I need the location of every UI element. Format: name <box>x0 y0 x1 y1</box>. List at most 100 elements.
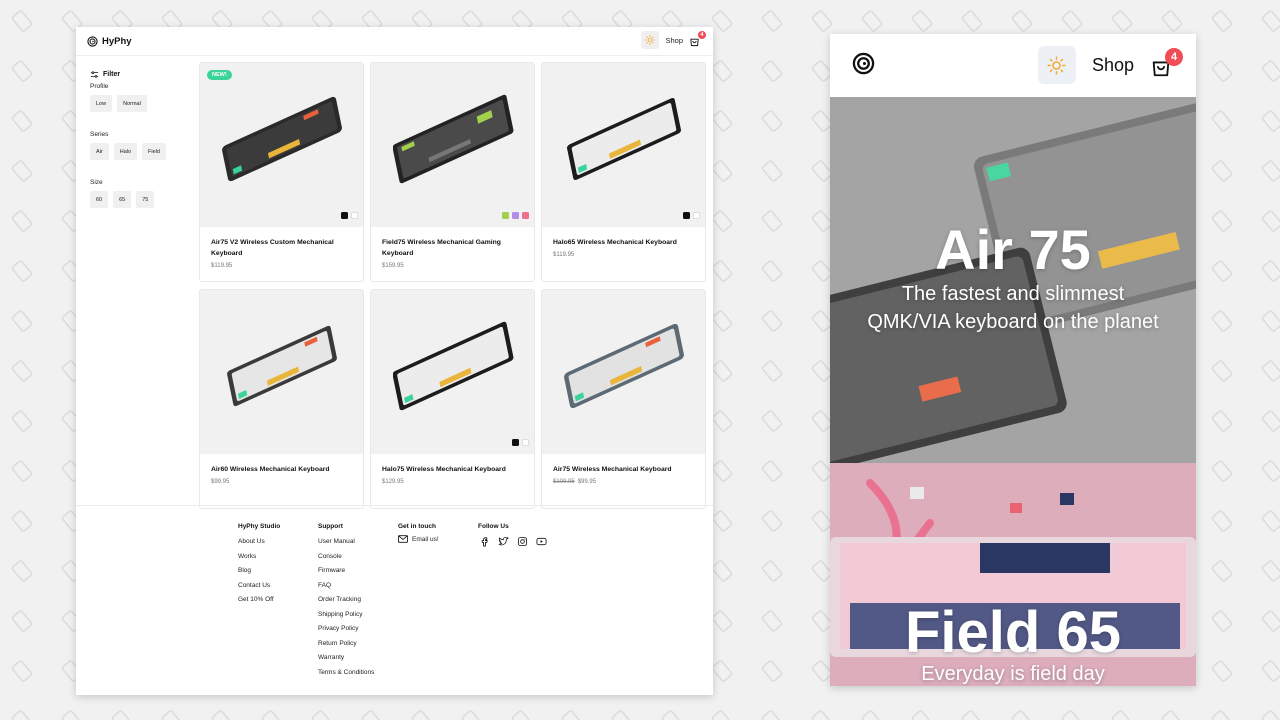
keyboard-image <box>564 323 684 409</box>
filter-chip-65[interactable]: 65 <box>113 191 132 208</box>
color-swatches <box>683 212 700 219</box>
product-card[interactable]: Field75 Wireless Mechanical Gaming Keybo… <box>370 62 535 282</box>
footer-link[interactable]: Works <box>238 550 280 565</box>
filter-chip-air[interactable]: Air <box>90 143 109 160</box>
filter-chip-normal[interactable]: Normal <box>117 95 147 112</box>
cart-count-badge: 4 <box>1165 48 1183 66</box>
cart-button[interactable]: 4 <box>689 30 706 47</box>
desktop-window: HyPhy Shop 4 Filter Profile Low Normal S… <box>76 27 713 695</box>
swatch-purple[interactable] <box>512 212 519 219</box>
hero-subtitle-line2: QMK/VIA keyboard on the planet <box>867 311 1159 333</box>
swatch-black[interactable] <box>512 439 519 446</box>
email-label: Email us! <box>412 535 439 543</box>
filter-chip-field[interactable]: Field <box>142 143 166 160</box>
swatch-white[interactable] <box>351 212 358 219</box>
footer-link[interactable]: Warranty <box>318 651 374 666</box>
mobile-window: Shop 4 Air 75 The fastest and slimmest Q… <box>830 34 1196 686</box>
hero-banner-air75[interactable]: Air 75 The fastest and slimmest QMK/VIA … <box>830 97 1196 463</box>
filter-chip-low[interactable]: Low <box>90 95 113 112</box>
footer-column-studio: HyPhy Studio About Us Works Blog Contact… <box>238 523 280 608</box>
footer-heading: Support <box>318 523 343 530</box>
keyboard-image <box>222 96 342 182</box>
product-image: NEW! <box>200 63 363 227</box>
color-swatches <box>512 439 529 446</box>
filter-chip-75[interactable]: 75 <box>136 191 155 208</box>
product-title: Halo65 Wireless Mechanical Keyboard <box>553 239 677 246</box>
hero-title: Field 65 <box>905 600 1121 665</box>
hero-banner-field65[interactable]: Field 65 Everyday is field day <box>830 463 1196 686</box>
product-price: $99.95 <box>211 478 230 485</box>
mobile-nav: Shop 4 <box>830 34 1196 97</box>
footer-link[interactable]: Blog <box>238 564 280 579</box>
swatch-black[interactable] <box>341 212 348 219</box>
swatch-black[interactable] <box>683 212 690 219</box>
footer-column-contact: Get in touch Email us! <box>398 523 439 543</box>
keyboard-image <box>393 94 514 184</box>
keyboard-image <box>393 321 514 411</box>
footer-link[interactable]: Return Policy <box>318 637 374 652</box>
footer-heading: HyPhy Studio <box>238 523 281 530</box>
old-price: $109.95 <box>553 478 575 485</box>
cart-count-badge: 4 <box>698 30 706 39</box>
cart-button[interactable]: 4 <box>1150 48 1183 78</box>
swatch-green[interactable] <box>502 212 509 219</box>
footer-link[interactable]: Contact Us <box>238 579 280 594</box>
footer-link[interactable]: FAQ <box>318 579 374 594</box>
product-card[interactable]: Air75 Wireless Mechanical Keyboard $109.… <box>541 289 706 509</box>
swatch-white[interactable] <box>522 439 529 446</box>
footer-link[interactable]: Get 10% Off <box>238 593 280 608</box>
hero-subtitle: Everyday is field day <box>921 663 1105 685</box>
filter-chip-halo[interactable]: Halo <box>113 143 138 160</box>
email-link[interactable]: Email us! <box>398 535 439 543</box>
footer-column-support: Support User Manual Console Firmware FAQ… <box>318 523 374 680</box>
footer-link[interactable]: About Us <box>238 535 280 550</box>
filter-title: Filter <box>103 71 121 78</box>
footer-link[interactable]: Order Tracking <box>318 593 374 608</box>
theme-toggle-button[interactable] <box>1037 46 1076 84</box>
footer-link[interactable]: Shipping Policy <box>318 608 374 623</box>
product-image <box>542 63 705 227</box>
product-title: Field75 Wireless Mechanical Gaming Keybo… <box>382 239 501 257</box>
product-card[interactable]: Air60 Wireless Mechanical Keyboard $99.9… <box>199 289 364 509</box>
youtube-icon[interactable] <box>535 535 548 548</box>
spiral-logo-icon <box>852 52 875 74</box>
twitter-icon[interactable] <box>497 535 510 548</box>
product-card[interactable]: Halo65 Wireless Mechanical Keyboard $119… <box>541 62 706 282</box>
keyboard-image <box>227 325 337 407</box>
new-badge: NEW! <box>207 70 232 80</box>
instagram-icon[interactable] <box>516 535 529 548</box>
product-card[interactable]: Halo75 Wireless Mechanical Keyboard $129… <box>370 289 535 509</box>
theme-toggle-button[interactable] <box>641 31 660 49</box>
spiral-logo-icon <box>87 35 98 47</box>
brand-name: HyPhy <box>102 35 132 47</box>
filter-group-label-size: Size <box>90 179 103 186</box>
footer-link[interactable]: Terms & Conditions <box>318 666 374 681</box>
product-card[interactable]: NEW! Air75 V2 Wireless Custom Mechanical… <box>199 62 364 282</box>
filter-chip-60[interactable]: 60 <box>90 191 109 208</box>
filter-group-label-profile: Profile <box>90 83 109 90</box>
product-price: $129.95 <box>382 478 404 485</box>
product-title: Air75 Wireless Mechanical Keyboard <box>553 466 672 473</box>
swatch-white[interactable] <box>693 212 700 219</box>
hero-subtitle-line1: The fastest and slimmest <box>901 283 1125 305</box>
brand-logo[interactable]: HyPhy <box>87 36 132 47</box>
footer-link[interactable]: User Manual <box>318 535 374 550</box>
swatch-pink[interactable] <box>522 212 529 219</box>
brand-logo[interactable] <box>852 52 875 80</box>
product-title: Air75 V2 Wireless Custom Mechanical Keyb… <box>211 239 334 257</box>
product-price: $159.95 <box>382 262 404 269</box>
facebook-icon[interactable] <box>478 535 491 548</box>
shop-link[interactable]: Shop <box>1092 55 1134 76</box>
shop-link[interactable]: Shop <box>665 36 683 45</box>
keyboard-image <box>567 97 681 181</box>
filter-sidebar: Filter Profile Low Normal Series Air Hal… <box>90 70 190 208</box>
footer-column-social: Follow Us <box>478 523 548 548</box>
product-price: $109.95 $99.95 <box>553 479 694 485</box>
color-swatches <box>341 212 358 219</box>
footer-link[interactable]: Console <box>318 550 374 565</box>
footer-link[interactable]: Firmware <box>318 564 374 579</box>
color-swatches <box>502 212 529 219</box>
product-title: Halo75 Wireless Mechanical Keyboard <box>382 466 506 473</box>
sliders-icon <box>90 71 99 78</box>
footer-link[interactable]: Privacy Policy <box>318 622 374 637</box>
